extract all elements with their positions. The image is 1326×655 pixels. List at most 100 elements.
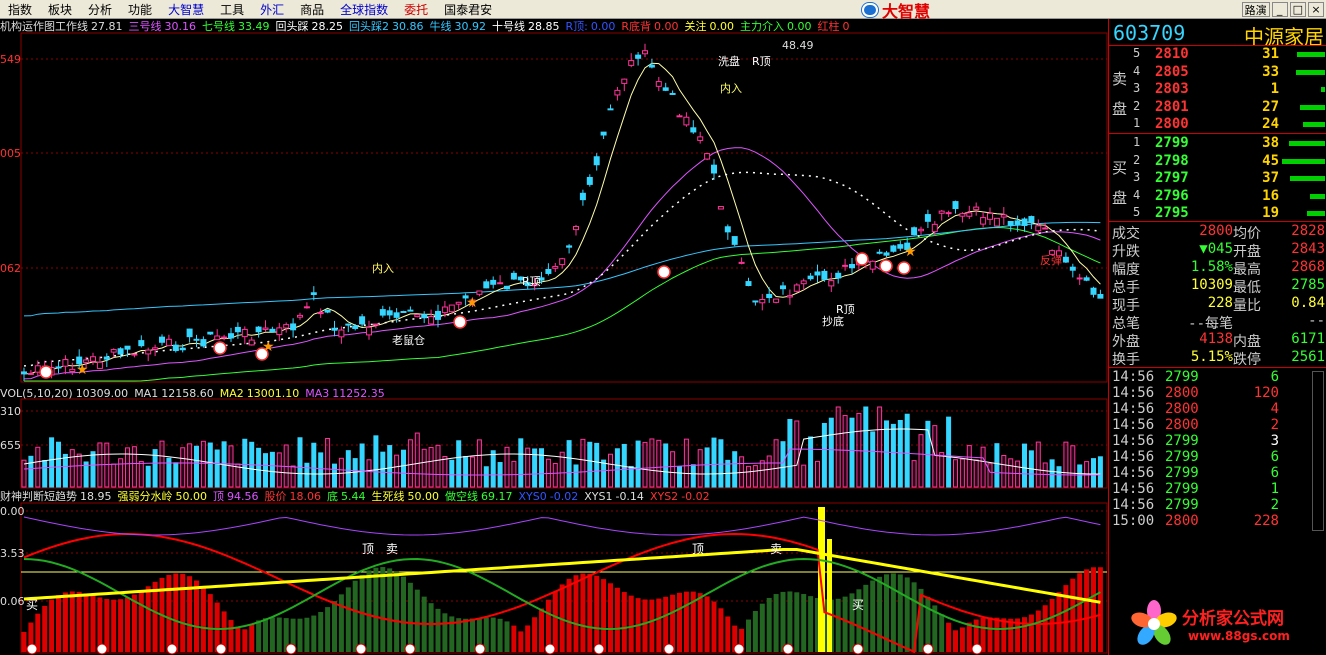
smiley-icon <box>474 643 486 655</box>
legend-value: 69.17 <box>481 489 513 503</box>
menu-item[interactable]: 分析 <box>80 1 120 18</box>
candle-body <box>497 282 504 285</box>
tick-row: 15:00 2800 228 <box>1109 513 1326 529</box>
ask-row[interactable]: 4 2805 33 <box>1109 64 1326 81</box>
indicator-bar <box>304 617 310 652</box>
candle-body <box>1035 225 1042 232</box>
indicator-bar <box>366 570 372 652</box>
ask-row[interactable]: 2 2801 27 <box>1109 99 1326 116</box>
axis-tick-label: 549 <box>0 53 21 66</box>
bid-row[interactable]: 5 2795 19 <box>1109 205 1326 222</box>
ask-row[interactable]: 1 2800 24 <box>1109 116 1326 133</box>
menu-item[interactable]: 委托 <box>396 1 436 18</box>
candle-body <box>573 226 579 231</box>
volume-bar <box>994 443 1000 488</box>
tick-row: 14:56 2799 3 <box>1109 433 1326 449</box>
indicator-bar <box>1008 618 1014 652</box>
indicator-bar <box>877 576 883 652</box>
indicator-bar <box>1097 567 1103 652</box>
candle-body <box>331 327 338 331</box>
book-side-label: 盘 <box>1112 100 1128 118</box>
volume-bar <box>732 451 738 488</box>
chart-area[interactable]: 549 005 062 310 655 0.00 3.53 0.06 48.49 洗盘 R顶 内入 内入… <box>0 19 1108 655</box>
volume-bar <box>1091 458 1096 488</box>
tick-volume: 6 <box>1270 465 1279 481</box>
candle-body <box>980 217 987 225</box>
menu-item[interactable]: 国泰君安 <box>436 1 500 18</box>
minimize-button[interactable]: _ <box>1271 2 1288 17</box>
volume-bar <box>435 444 441 488</box>
candle-body <box>124 345 131 350</box>
indicator-bar <box>953 630 958 652</box>
candle-body <box>379 309 386 316</box>
candle-body <box>131 353 138 356</box>
menu-item[interactable]: 外汇 <box>252 1 292 18</box>
bid-row[interactable]: 1 2799 38 <box>1109 135 1326 152</box>
indicator-bar <box>69 591 75 652</box>
candle-body <box>1076 277 1083 280</box>
stat-label: 最低 <box>1233 280 1261 296</box>
tick-price: 2799 <box>1165 433 1199 449</box>
volume-bar <box>483 466 489 488</box>
indicator-bar <box>449 616 455 652</box>
stat-label: 跌停 <box>1233 352 1261 368</box>
indicator-bar <box>573 575 579 652</box>
legend-label: XYS1 <box>584 489 613 503</box>
stat-label: 幅度 <box>1112 262 1140 278</box>
candle-body <box>214 335 221 341</box>
indicator-legend: 财神判断短趋势 18.95 强弱分水岭 50.00 顶 94.56 股价 18.06 底 5.44… <box>0 489 710 504</box>
menu-item[interactable]: 指数 <box>0 1 40 18</box>
indicator-bar <box>787 591 793 652</box>
legend-value: 94.56 <box>227 489 259 503</box>
indicator-bar <box>62 592 68 652</box>
kline-chart[interactable]: 5490050623106550.003.530.0648.49洗盘 R顶内入内入… <box>0 19 1108 655</box>
ask-row[interactable]: 5 2810 31 <box>1109 46 1326 63</box>
candle-body <box>393 312 400 318</box>
menu-item[interactable]: 大智慧 <box>160 1 212 18</box>
chart-annotation: R顶 <box>522 275 541 288</box>
volume-bar <box>815 460 820 488</box>
legend-label: 主力介入 <box>740 20 785 33</box>
candle-body <box>338 329 345 338</box>
legend-label: 机构运作图工作线 <box>0 20 88 33</box>
volume-bar <box>787 418 793 488</box>
legend-label: 牛线 <box>429 20 452 33</box>
menu-item[interactable]: 板块 <box>40 1 80 18</box>
menu-item[interactable]: 功能 <box>120 1 160 18</box>
indicator-bar <box>311 615 317 652</box>
bid-row[interactable]: 4 2796 16 <box>1109 188 1326 205</box>
menu-item[interactable]: 商品 <box>292 1 332 18</box>
tick-row: 14:56 2799 6 <box>1109 449 1326 465</box>
tick-scrollbar[interactable] <box>1312 371 1324 531</box>
indicator-bar <box>946 622 952 652</box>
tick-volume: 6 <box>1270 449 1279 465</box>
volume-bar <box>704 447 710 488</box>
volume-bar <box>242 438 248 488</box>
volume-bar <box>42 459 48 488</box>
volume-bar <box>387 445 393 488</box>
bid-row[interactable]: 3 2797 37 <box>1109 170 1326 187</box>
tick-row: 14:56 2799 6 <box>1109 369 1326 385</box>
brand-logo-icon <box>862 2 878 17</box>
indicator-bar <box>352 580 358 652</box>
close-button[interactable]: × <box>1308 2 1324 17</box>
order-volume: 38 <box>1262 135 1279 151</box>
chart-annotation: 内入 <box>372 261 394 275</box>
candle-body <box>110 349 117 353</box>
indicator-bar <box>166 574 172 652</box>
roadshow-button[interactable]: 路演 <box>1241 2 1270 17</box>
volume-bar <box>649 438 655 488</box>
volume-bar <box>870 431 876 488</box>
candle-body <box>890 245 897 252</box>
volume-bar <box>849 417 855 488</box>
level-label: 5 <box>1133 46 1141 60</box>
bid-row[interactable]: 2 2798 45 <box>1109 153 1326 170</box>
ask-row[interactable]: 3 2803 1 <box>1109 81 1326 98</box>
maximize-button[interactable]: □ <box>1289 2 1306 17</box>
indicator-bar <box>1042 605 1048 652</box>
legend-value: 30.16 <box>164 19 197 33</box>
order-price: 2799 <box>1155 135 1189 151</box>
menu-item[interactable]: 工具 <box>212 1 252 18</box>
menu-item[interactable]: 全球指数 <box>332 1 396 18</box>
tick-price: 2800 <box>1165 513 1199 529</box>
